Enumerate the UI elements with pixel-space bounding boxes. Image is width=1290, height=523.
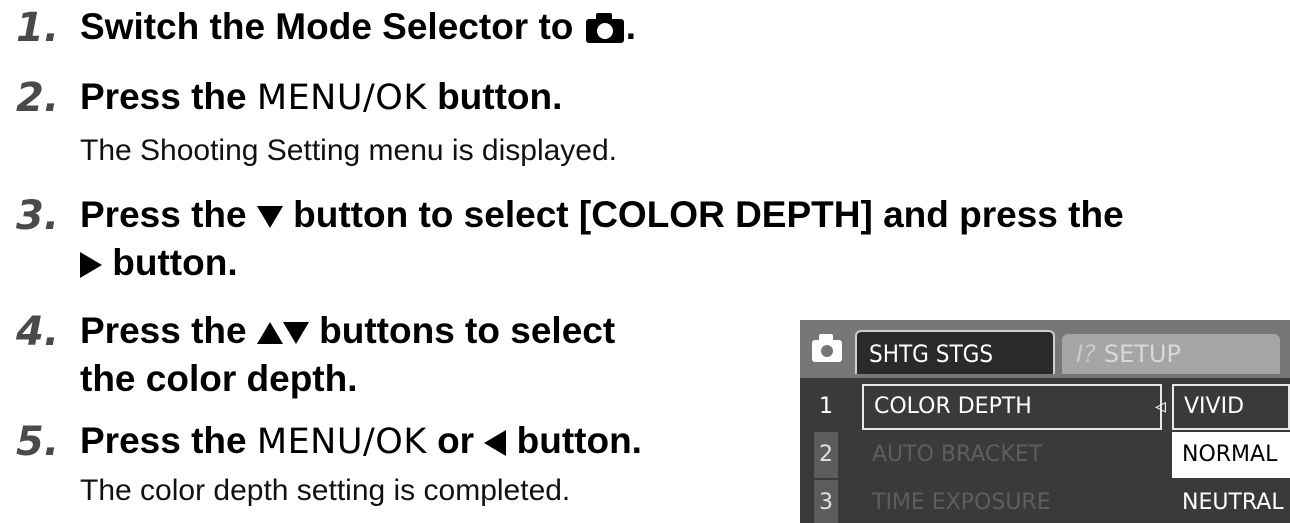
- step-text-continued: button.: [80, 242, 238, 285]
- menu-item-label: TIME EXPOSURE: [872, 490, 1051, 515]
- step-description: The Shooting Setting menu is displayed.: [80, 134, 617, 167]
- step-number: 5.: [16, 419, 60, 465]
- row-number: 3: [814, 480, 838, 523]
- option-vivid[interactable]: VIVID: [1172, 384, 1290, 430]
- step-text: Press the button to select [COLOR DEPTH]…: [80, 194, 1124, 235]
- step-number: 2.: [16, 75, 60, 121]
- row-number: 1: [819, 394, 833, 419]
- lcd-tab-bar: SHTG STGS I? SETUP: [800, 320, 1290, 378]
- tab-setup[interactable]: I? SETUP: [1062, 334, 1280, 374]
- step-text: Press the MENU/OK or button.: [80, 420, 642, 462]
- right-triangle-icon: [80, 252, 102, 279]
- menu-ok-button-label: MENU/OK: [256, 422, 427, 462]
- left-triangle-icon: [484, 430, 507, 457]
- down-triangle-icon: [282, 322, 309, 345]
- step-text-continued: the color depth.: [80, 358, 358, 399]
- step-number: 3.: [16, 193, 60, 239]
- row-number: 2: [814, 432, 838, 478]
- step-text: Switch the Mode Selector to .: [80, 6, 636, 50]
- step-description: The color depth setting is completed.: [80, 474, 571, 507]
- menu-ok-button-label: MENU/OK: [256, 78, 427, 118]
- step-number: 1.: [16, 5, 60, 51]
- menu-row-time-exposure[interactable]: 3 TIME EXPOSURE NEUTRAL: [800, 480, 1290, 523]
- option-neutral[interactable]: NEUTRAL: [1172, 480, 1290, 523]
- up-triangle-icon: [256, 322, 283, 345]
- menu-row-auto-bracket[interactable]: 2 AUTO BRACKET NORMAL: [800, 432, 1290, 478]
- menu-item-label: AUTO BRACKET: [872, 442, 1043, 467]
- step-number: 4.: [16, 309, 60, 355]
- left-caret-icon: ◁: [1155, 396, 1166, 417]
- camera-lcd-screen: SHTG STGS I? SETUP 1 COLOR DEPTH ◁ VIVID …: [800, 320, 1290, 523]
- down-triangle-icon: [256, 206, 283, 229]
- tab-shooting-settings[interactable]: SHTG STGS: [855, 330, 1055, 374]
- step-text: Press the MENU/OK button.: [80, 76, 563, 118]
- option-normal[interactable]: NORMAL: [1172, 432, 1290, 478]
- camera-icon: [812, 334, 842, 362]
- menu-row-color-depth[interactable]: 1 COLOR DEPTH ◁ VIVID: [800, 384, 1290, 430]
- menu-item-label: COLOR DEPTH: [862, 384, 1162, 430]
- step-text: Press the buttons to select: [80, 310, 616, 351]
- setup-icon: I?: [1076, 340, 1096, 368]
- camera-icon: [584, 8, 626, 51]
